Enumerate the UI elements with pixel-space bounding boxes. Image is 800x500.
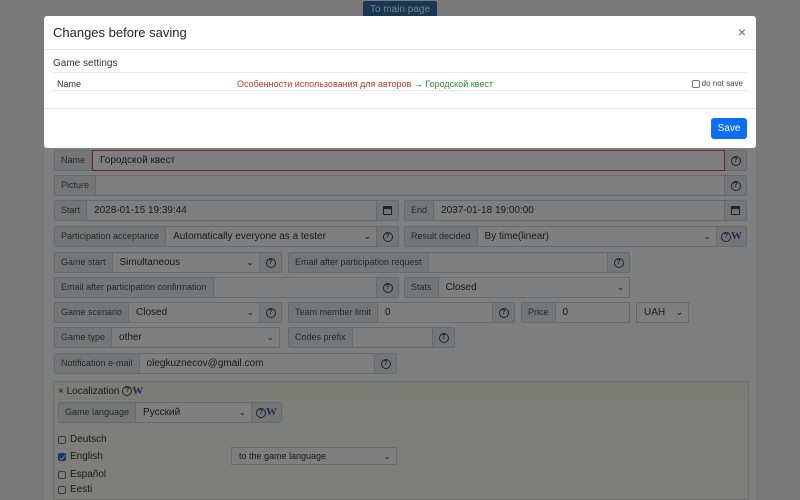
do-not-save-checkbox[interactable] (691, 79, 700, 88)
change-description: Особенности использования для авторов → … (237, 79, 493, 89)
dialog-title: Changes before saving (53, 25, 187, 40)
divider (53, 90, 747, 91)
changed-field-name: Name (57, 79, 82, 89)
arrow-icon: → (413, 79, 423, 89)
footer-divider (44, 108, 756, 109)
divider (53, 72, 747, 73)
do-not-save-label: do not save (701, 79, 743, 88)
close-icon[interactable]: × (738, 25, 746, 39)
old-value: Особенности использования для авторов (237, 79, 412, 89)
section-title: Game settings (53, 58, 118, 69)
new-value: Городской квест (425, 79, 493, 89)
changes-dialog: Changes before saving × Game settings Na… (44, 16, 756, 148)
dialog-header: Changes before saving (44, 16, 756, 50)
save-button[interactable]: Save (711, 118, 747, 139)
do-not-save-option[interactable]: do not save (691, 79, 743, 88)
